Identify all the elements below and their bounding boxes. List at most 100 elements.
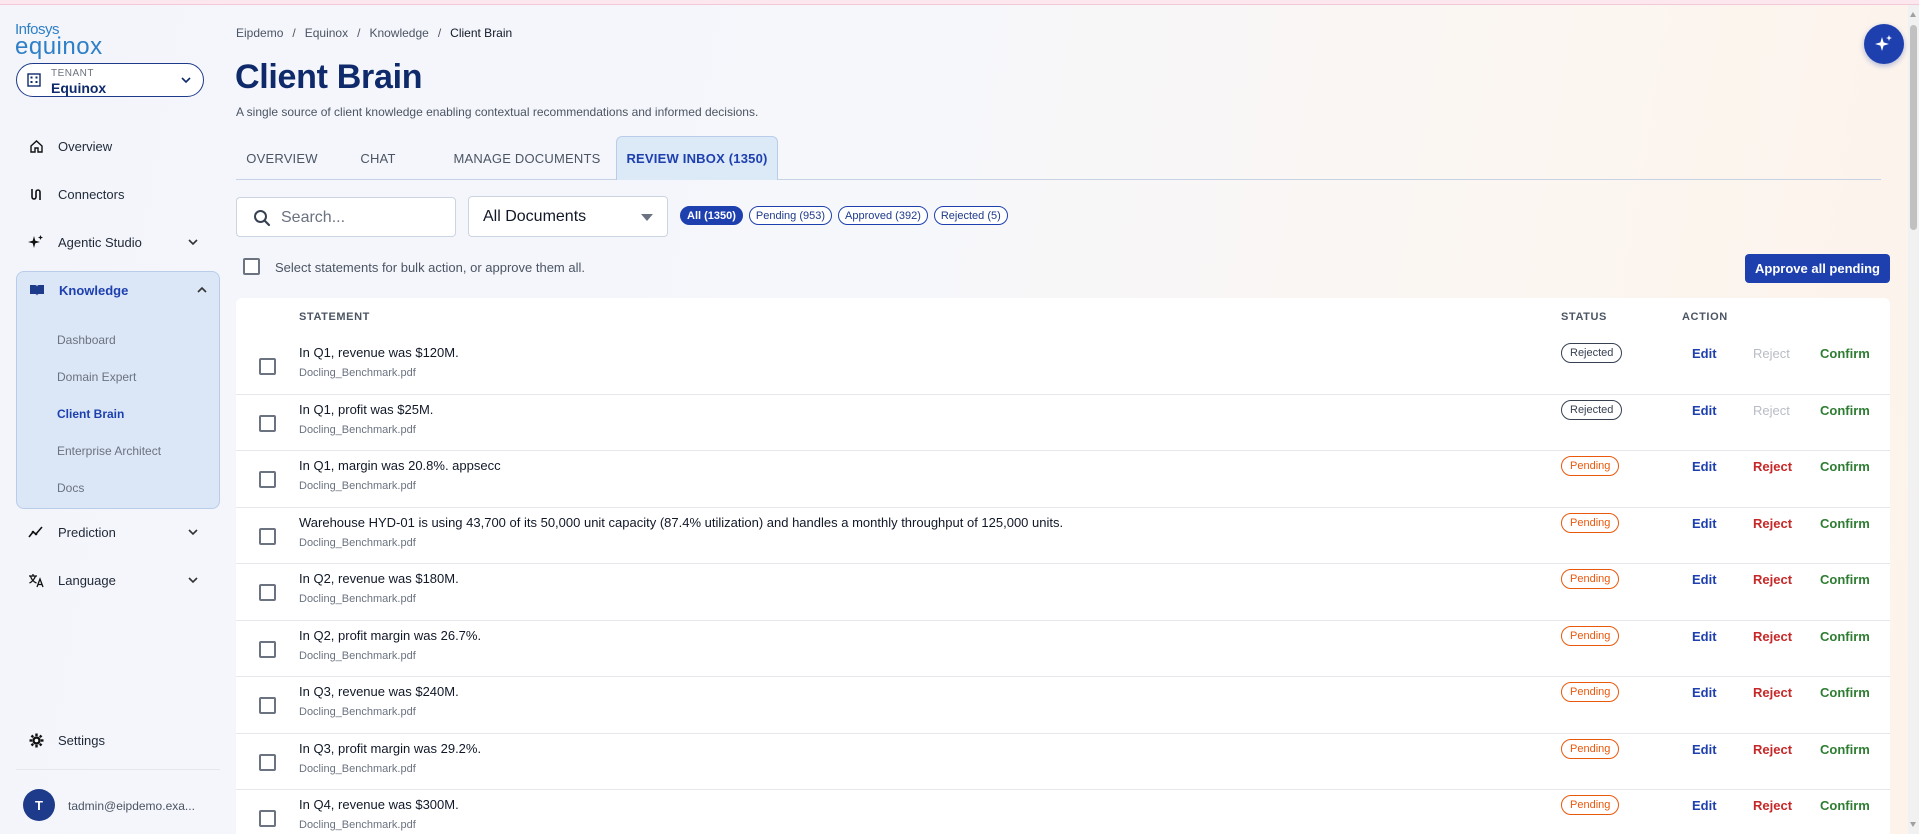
row-source-file: Docling_Benchmark.pdf — [299, 819, 416, 831]
edit-button[interactable]: Edit — [1692, 798, 1717, 813]
reject-button[interactable]: Reject — [1753, 572, 1792, 587]
row-statement: In Q1, revenue was $120M. — [299, 345, 459, 360]
edit-button[interactable]: Edit — [1692, 685, 1717, 700]
breadcrumb-separator: / — [292, 26, 296, 40]
sub-item-client-brain[interactable]: Client Brain — [57, 407, 124, 421]
chip-rejected[interactable]: Rejected (5) — [933, 206, 1008, 225]
row-source-file: Docling_Benchmark.pdf — [299, 762, 416, 775]
table-header: STATEMENT STATUS ACTION — [236, 298, 1890, 338]
review-table: STATEMENT STATUS ACTION In Q1, revenue w… — [236, 298, 1890, 834]
nav-item-prediction[interactable]: Prediction — [16, 514, 212, 550]
confirm-button[interactable]: Confirm — [1820, 629, 1870, 644]
table-row: In Q1, margin was 20.8%. appsecc Docling_… — [236, 451, 1890, 508]
table-row: In Q4, revenue was $300M. Docling_Benchma… — [236, 790, 1890, 834]
table-row: Warehouse HYD-01 is using 43,700 of its … — [236, 508, 1890, 564]
ai-assistant-button[interactable] — [1864, 24, 1904, 64]
building-icon — [27, 73, 41, 87]
translate-icon — [27, 571, 45, 589]
breadcrumb-current: Client Brain — [450, 26, 513, 40]
edit-button[interactable]: Edit — [1692, 346, 1717, 361]
row-statement: In Q2, revenue was $180M. — [299, 571, 459, 586]
header-action: ACTION — [1682, 311, 1728, 323]
reject-button[interactable]: Reject — [1753, 346, 1790, 361]
home-icon — [27, 137, 45, 155]
row-statement: In Q3, revenue was $240M. — [299, 684, 459, 699]
breadcrumb-equinox[interactable]: Equinox — [305, 26, 348, 40]
nav-label-language: Language — [58, 572, 116, 588]
confirm-button[interactable]: Confirm — [1820, 572, 1870, 587]
sub-item-dashboard[interactable]: Dashboard — [57, 333, 116, 347]
gear-icon — [27, 731, 45, 749]
status-badge: Pending — [1561, 795, 1620, 815]
reject-button[interactable]: Reject — [1753, 516, 1792, 531]
confirm-button[interactable]: Confirm — [1820, 403, 1870, 418]
nav-item-overview[interactable]: Overview — [16, 128, 212, 164]
confirm-button[interactable]: Confirm — [1820, 516, 1870, 531]
edit-button[interactable]: Edit — [1692, 572, 1717, 587]
breadcrumb-separator: / — [357, 26, 361, 40]
confirm-button[interactable]: Confirm — [1820, 459, 1870, 474]
row-statement: In Q4, revenue was $300M. — [299, 797, 459, 812]
approve-all-pending-button[interactable]: Approve all pending — [1745, 254, 1890, 283]
avatar[interactable]: T — [23, 789, 55, 821]
tab-manage-documents[interactable]: MANAGE DOCUMENTS — [432, 136, 622, 180]
reject-button[interactable]: Reject — [1753, 685, 1792, 700]
edit-button[interactable]: Edit — [1692, 516, 1717, 531]
reject-button[interactable]: Reject — [1753, 459, 1792, 474]
row-checkbox[interactable] — [259, 358, 276, 375]
tab-chat[interactable]: CHAT — [338, 136, 418, 180]
nav-item-knowledge[interactable]: Knowledge — [17, 272, 221, 308]
row-checkbox[interactable] — [259, 697, 276, 714]
row-checkbox[interactable] — [259, 640, 276, 658]
tab-review-inbox[interactable]: REVIEW INBOX (1350) — [616, 136, 778, 180]
search-input[interactable] — [281, 206, 446, 230]
row-statement: In Q3, profit margin was 29.2%. — [299, 740, 482, 756]
confirm-button[interactable]: Confirm — [1820, 798, 1870, 813]
tenant-selector[interactable]: TENANT Equinox — [16, 63, 204, 97]
row-checkbox[interactable] — [259, 584, 276, 601]
chip-approved[interactable]: Approved (392) — [838, 206, 928, 225]
reject-button[interactable]: Reject — [1753, 403, 1790, 418]
page-scrollbar[interactable] — [1908, 5, 1919, 834]
nav-item-connectors[interactable]: Connectors — [16, 176, 212, 212]
confirm-button[interactable]: Confirm — [1820, 346, 1870, 361]
row-checkbox[interactable] — [259, 471, 276, 488]
confirm-button[interactable]: Confirm — [1820, 685, 1870, 700]
nav-item-language[interactable]: Language — [16, 562, 212, 598]
bulk-select-checkbox[interactable] — [243, 258, 260, 275]
breadcrumb-knowledge[interactable]: Knowledge — [369, 26, 428, 40]
edit-button[interactable]: Edit — [1692, 459, 1717, 474]
edit-button[interactable]: Edit — [1692, 629, 1717, 644]
sparkle-icon — [1875, 35, 1892, 51]
row-checkbox[interactable] — [259, 414, 276, 432]
sub-item-docs[interactable]: Docs — [57, 481, 84, 495]
row-source-file: Docling_Benchmark.pdf — [299, 423, 416, 436]
row-checkbox[interactable] — [259, 527, 276, 545]
confirm-button[interactable]: Confirm — [1820, 742, 1870, 757]
scrollbar-thumb[interactable] — [1910, 25, 1917, 230]
row-checkbox[interactable] — [259, 753, 276, 771]
breadcrumb-eipdemo[interactable]: Eipdemo — [236, 26, 283, 40]
sub-item-domain-expert[interactable]: Domain Expert — [57, 370, 136, 384]
edit-button[interactable]: Edit — [1692, 742, 1717, 757]
scroll-down-arrow-icon[interactable] — [1910, 822, 1916, 827]
row-source-file: Docling_Benchmark.pdf — [299, 593, 416, 605]
chevron-down-icon — [188, 577, 198, 584]
edit-button[interactable]: Edit — [1692, 403, 1717, 418]
scroll-up-arrow-icon[interactable] — [1910, 12, 1916, 17]
sub-item-enterprise-architect[interactable]: Enterprise Architect — [57, 444, 161, 458]
reject-button[interactable]: Reject — [1753, 798, 1792, 813]
reject-button[interactable]: Reject — [1753, 629, 1792, 644]
reject-button[interactable]: Reject — [1753, 742, 1792, 757]
row-checkbox[interactable] — [259, 810, 276, 827]
nav-label-settings: Settings — [58, 732, 105, 748]
nav-item-settings[interactable]: Settings — [16, 722, 212, 758]
tab-overview[interactable]: OVERVIEW — [236, 136, 328, 180]
chip-all[interactable]: All (1350) — [680, 206, 743, 225]
knowledge-group: Knowledge Dashboard Domain Expert Client… — [16, 271, 220, 509]
status-badge: Pending — [1561, 512, 1620, 533]
document-filter-select[interactable]: All Documents — [468, 196, 668, 237]
sidebar: Infosys equinox TENANT Equinox Overview … — [0, 5, 232, 834]
nav-item-agentic-studio[interactable]: Agentic Studio — [16, 224, 212, 260]
chip-pending[interactable]: Pending (953) — [748, 206, 833, 225]
